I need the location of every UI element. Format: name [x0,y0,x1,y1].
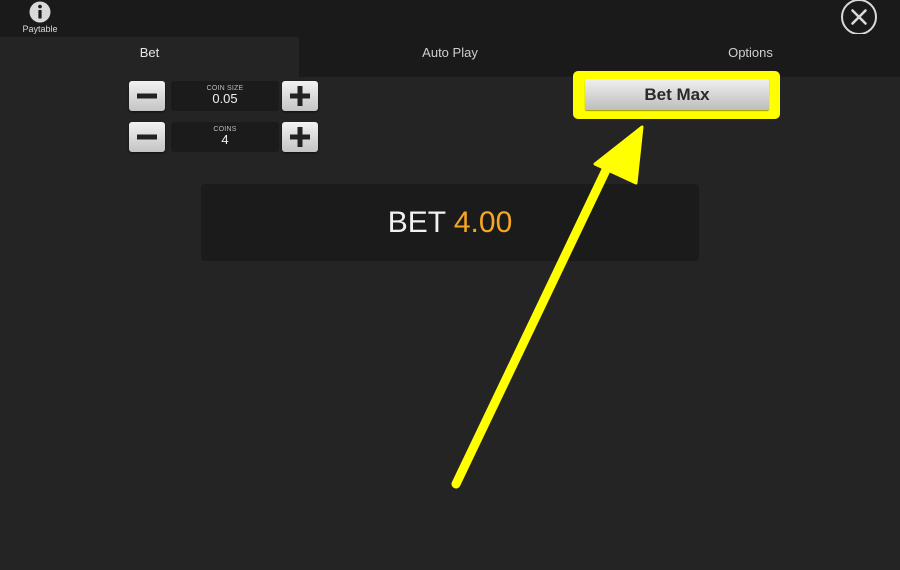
coins-increase-button[interactable] [282,122,318,152]
close-icon [841,0,877,35]
coins-value: 4 [221,132,229,147]
minus-icon [137,134,157,140]
bet-max-button[interactable]: Bet Max [585,79,769,110]
close-button[interactable] [840,0,878,35]
plus-icon [290,127,310,147]
coin-size-display: COIN SIZE 0.05 [171,81,279,111]
total-bet-label: BET [387,206,446,239]
paytable-button[interactable]: Paytable [14,0,66,34]
coin-size-increase-button[interactable] [282,81,318,111]
total-bet-amount: 4.00 [453,206,513,239]
plus-icon [290,86,310,106]
paytable-label: Paytable [22,24,58,34]
info-icon [29,1,51,23]
total-bet-text: BET 4.00 [388,206,513,239]
coin-size-decrease-button[interactable] [129,81,165,111]
coins-display: COINS 4 [171,122,279,152]
coins-decrease-button[interactable] [129,122,165,152]
tab-bet[interactable]: Bet [0,37,299,77]
tab-auto-play[interactable]: Auto Play [299,37,601,77]
total-bet-display: BET 4.00 [201,184,699,261]
minus-icon [137,93,157,99]
top-bar: Paytable [0,0,900,37]
coin-size-value: 0.05 [212,91,238,106]
